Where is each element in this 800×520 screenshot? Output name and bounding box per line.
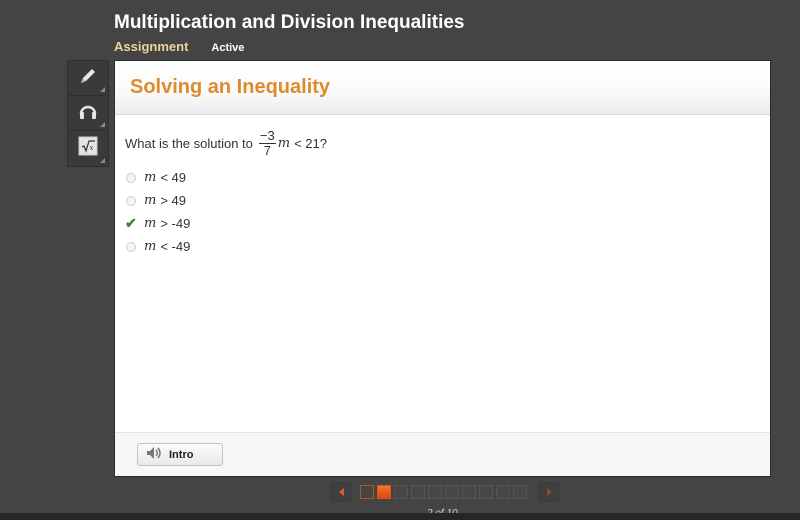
page-indicator[interactable] bbox=[445, 485, 459, 499]
page-indicator[interactable] bbox=[394, 485, 408, 499]
fraction-numerator: −3 bbox=[258, 128, 276, 144]
svg-text:x: x bbox=[90, 144, 94, 152]
question-suffix: < 21? bbox=[294, 136, 327, 151]
expand-corner-icon bbox=[100, 87, 105, 92]
radio-button[interactable] bbox=[126, 172, 136, 183]
radio-button[interactable] bbox=[126, 195, 136, 206]
status-label: Active bbox=[211, 42, 245, 54]
page-indicator-current[interactable] bbox=[377, 485, 391, 499]
arrow-right-icon bbox=[546, 488, 552, 496]
option-variable: m bbox=[144, 170, 157, 185]
page-indicator[interactable] bbox=[479, 485, 493, 499]
fraction-denominator: 7 bbox=[263, 143, 271, 158]
page-indicators bbox=[360, 485, 530, 499]
option-text: > -49 bbox=[160, 216, 191, 231]
answer-options: m < 49 m > 49 ✔ m > -49 m < -49 bbox=[125, 166, 770, 258]
page-indicator[interactable] bbox=[428, 485, 442, 499]
headphones-icon bbox=[77, 100, 99, 127]
panel-footer: Intro bbox=[115, 432, 770, 476]
option-variable: m bbox=[144, 239, 157, 254]
answer-option[interactable]: m < 49 bbox=[125, 166, 770, 189]
pencil-icon bbox=[77, 65, 99, 92]
pagination bbox=[331, 482, 559, 502]
header-subtitle: Assignment Active bbox=[114, 39, 244, 54]
arrow-left-icon bbox=[338, 488, 344, 496]
checkmark-icon: ✔ bbox=[125, 215, 137, 231]
tool-sidebar: x bbox=[67, 60, 109, 167]
intro-audio-button[interactable]: Intro bbox=[137, 443, 223, 466]
next-page-button[interactable] bbox=[539, 482, 559, 502]
answer-option[interactable]: m > 49 bbox=[125, 189, 770, 212]
panel-body: What is the solution to −3 7 m < 21? m <… bbox=[115, 115, 770, 433]
page-indicator[interactable] bbox=[411, 485, 425, 499]
page-title: Multiplication and Division Inequalities bbox=[114, 12, 465, 33]
page-indicator[interactable] bbox=[462, 485, 476, 499]
bottom-bar bbox=[0, 513, 800, 520]
panel-header: Solving an Inequality bbox=[115, 61, 770, 115]
page-indicator[interactable] bbox=[360, 485, 374, 499]
page-indicator[interactable] bbox=[496, 485, 510, 499]
option-text: > 49 bbox=[160, 193, 186, 208]
panel-title: Solving an Inequality bbox=[130, 76, 331, 98]
question-panel: Solving an Inequality What is the soluti… bbox=[114, 60, 771, 477]
answer-option[interactable]: m < -49 bbox=[125, 235, 770, 258]
option-text: < 49 bbox=[160, 170, 186, 185]
question-variable: m bbox=[277, 136, 291, 151]
speaker-icon bbox=[146, 446, 169, 463]
option-variable: m bbox=[144, 216, 157, 231]
math-tool-button[interactable]: x bbox=[68, 131, 108, 166]
answer-option-selected[interactable]: ✔ m > -49 bbox=[125, 212, 770, 235]
expand-corner-icon bbox=[100, 122, 105, 127]
expand-corner-icon bbox=[100, 158, 105, 163]
intro-label: Intro bbox=[169, 448, 194, 461]
previous-page-button[interactable] bbox=[331, 482, 351, 502]
option-variable: m bbox=[144, 193, 157, 208]
assignment-type-label: Assignment bbox=[114, 39, 189, 54]
question-text: What is the solution to −3 7 m < 21? bbox=[125, 129, 770, 158]
option-text: < -49 bbox=[160, 239, 191, 254]
fraction: −3 7 bbox=[258, 128, 276, 158]
page-indicator[interactable] bbox=[513, 485, 527, 499]
audio-tool-button[interactable] bbox=[68, 96, 108, 131]
question-prefix: What is the solution to bbox=[125, 136, 253, 151]
radio-button[interactable] bbox=[126, 241, 136, 252]
draw-tool-button[interactable] bbox=[68, 61, 108, 96]
calculator-icon: x bbox=[77, 135, 99, 162]
